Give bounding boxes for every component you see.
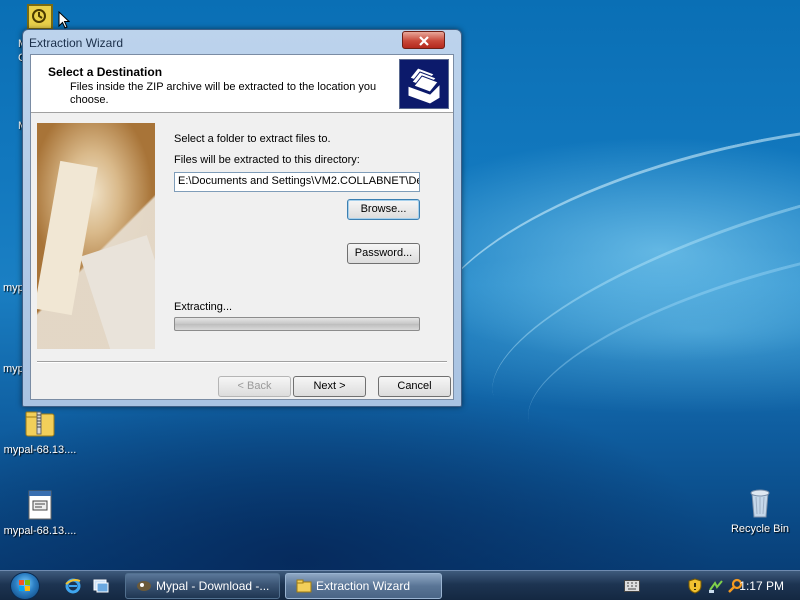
next-button[interactable]: Next > [293, 376, 366, 397]
extraction-progress-bar [174, 317, 420, 331]
side-image-paper [80, 235, 155, 349]
switch-windows-icon [93, 579, 109, 593]
mouse-cursor-icon [58, 11, 70, 29]
password-button[interactable]: Password... [347, 243, 420, 264]
window-titlebar[interactable]: Extraction Wizard [23, 30, 461, 54]
clock[interactable]: 1:17 PM [739, 579, 784, 593]
recycle-bin-icon [744, 487, 776, 519]
desktop-icon-mypal-zip[interactable]: mypal-68.13.... [0, 408, 80, 456]
directory-label: Files will be extracted to this director… [174, 154, 360, 166]
taskbar-button-extraction-wizard[interactable]: Extraction Wizard [285, 573, 442, 599]
close-icon [418, 36, 429, 46]
desktop-label-partial: myp [3, 363, 24, 375]
footer-divider [37, 361, 447, 363]
cancel-button[interactable]: Cancel [378, 376, 451, 397]
desktop-icon-label: mypal-68.13.... [3, 525, 77, 537]
installer-icon [24, 489, 56, 521]
system-tray: 1:17 PM [610, 571, 800, 600]
show-desktop-quicklaunch-button[interactable] [92, 577, 110, 595]
header-description: Files inside the ZIP archive will be ext… [70, 81, 377, 106]
wizard-header: Select a Destination Files inside the ZI… [31, 55, 453, 113]
internet-explorer-icon [65, 578, 81, 594]
desktop-label-partial: myp [3, 282, 24, 294]
side-image-paper [37, 160, 98, 316]
window-title: Extraction Wizard [29, 36, 124, 50]
shortcut-icon [27, 4, 53, 30]
taskbar-button-label: Mypal - Download -... [156, 579, 270, 593]
header-title: Select a Destination [48, 65, 163, 79]
wizard-client-area: Select a Destination Files inside the ZI… [30, 54, 454, 400]
network-icon[interactable] [708, 578, 724, 594]
folder-icon [296, 579, 312, 593]
desktop-icon-label: mypal-68.13.... [3, 444, 77, 456]
ie-quicklaunch-button[interactable] [64, 577, 82, 595]
taskbar-button-mypal[interactable]: Mypal - Download -... [125, 573, 280, 599]
start-button[interactable] [10, 572, 40, 600]
extracting-label: Extracting... [174, 301, 233, 313]
desktop-icon-recycle-bin[interactable]: Recycle Bin [720, 487, 800, 535]
mypal-icon [137, 581, 151, 591]
security-shield-icon[interactable] [688, 578, 702, 594]
folder-papers-icon [399, 59, 449, 109]
close-button[interactable] [402, 31, 445, 49]
browse-button[interactable]: Browse... [347, 199, 420, 220]
zip-folder-icon [24, 408, 56, 440]
directory-input[interactable]: E:\Documents and Settings\VM2.COLLABNET\… [174, 172, 420, 192]
desktop-icon-mypal-exe[interactable]: mypal-68.13.... [0, 489, 80, 537]
select-folder-label: Select a folder to extract files to. [174, 133, 331, 145]
back-button[interactable]: < Back [218, 376, 291, 397]
wizard-side-image [37, 123, 155, 349]
desktop-icon-label: Recycle Bin [730, 523, 790, 535]
keyboard-icon[interactable] [624, 580, 640, 592]
taskbar-button-label: Extraction Wizard [316, 579, 411, 593]
windows-logo-icon [19, 580, 30, 591]
extraction-wizard-window: Extraction Wizard Select a Destination F… [22, 29, 462, 407]
taskbar: Mypal - Download -... Extraction Wizard … [0, 570, 800, 600]
